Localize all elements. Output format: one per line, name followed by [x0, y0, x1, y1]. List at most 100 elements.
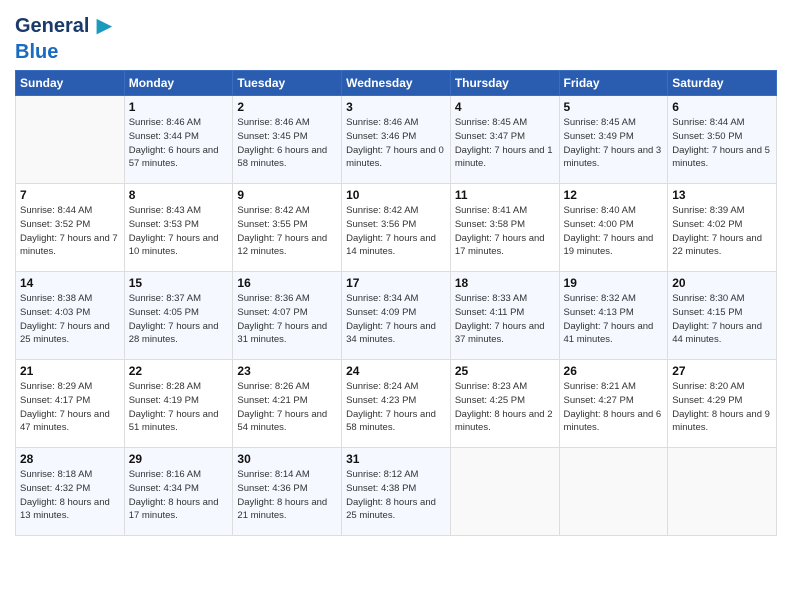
calendar-cell: 16 Sunrise: 8:36 AMSunset: 4:07 PMDayligh…: [233, 272, 342, 360]
day-info: Sunrise: 8:29 AMSunset: 4:17 PMDaylight:…: [20, 380, 120, 435]
calendar-cell: 17Sunrise: 8:34 AMSunset: 4:09 PMDayligh…: [342, 272, 451, 360]
calendar-cell: 31 Sunrise: 8:12 AMSunset: 4:38 PMDayligh…: [342, 448, 451, 536]
day-info: Sunrise: 8:18 AMSunset: 4:32 PMDaylight:…: [20, 468, 120, 523]
week-row-4: 21Sunrise: 8:29 AMSunset: 4:17 PMDayligh…: [16, 360, 777, 448]
calendar-cell: 9Sunrise: 8:42 AMSunset: 3:55 PMDaylight…: [233, 184, 342, 272]
day-info: Sunrise: 8:37 AMSunset: 4:05 PMDaylight:…: [129, 292, 229, 347]
calendar-cell: 7 Sunrise: 8:44 AMSunset: 3:52 PMDaylight…: [16, 184, 125, 272]
header-day-sunday: Sunday: [16, 71, 125, 96]
logo-general: General: [15, 15, 89, 37]
calendar-table: SundayMondayTuesdayWednesdayThursdayFrid…: [15, 70, 777, 536]
day-info: Sunrise: 8:12 AMSunset: 4:38 PMDaylight:…: [346, 468, 446, 523]
week-row-5: 28 Sunrise: 8:18 AMSunset: 4:32 PMDayligh…: [16, 448, 777, 536]
calendar-cell: 22Sunrise: 8:28 AMSunset: 4:19 PMDayligh…: [124, 360, 233, 448]
calendar-cell: [450, 448, 559, 536]
day-info: Sunrise: 8:42 AMSunset: 3:55 PMDaylight:…: [237, 204, 337, 259]
calendar-cell: 27 Sunrise: 8:20 AMSunset: 4:29 PMDayligh…: [668, 360, 777, 448]
calendar-cell: 20 Sunrise: 8:30 AMSunset: 4:15 PMDayligh…: [668, 272, 777, 360]
day-info: Sunrise: 8:38 AMSunset: 4:03 PMDaylight:…: [20, 292, 120, 347]
calendar-header: SundayMondayTuesdayWednesdayThursdayFrid…: [16, 71, 777, 96]
week-row-3: 14 Sunrise: 8:38 AMSunset: 4:03 PMDayligh…: [16, 272, 777, 360]
calendar-cell: 15 Sunrise: 8:37 AMSunset: 4:05 PMDayligh…: [124, 272, 233, 360]
day-info: Sunrise: 8:36 AMSunset: 4:07 PMDaylight:…: [237, 292, 337, 347]
day-number: 5: [564, 100, 664, 114]
calendar-cell: 5Sunrise: 8:45 AMSunset: 3:49 PMDaylight…: [559, 96, 668, 184]
calendar-cell: 12 Sunrise: 8:40 AMSunset: 4:00 PMDayligh…: [559, 184, 668, 272]
header-day-friday: Friday: [559, 71, 668, 96]
day-info: Sunrise: 8:30 AMSunset: 4:15 PMDaylight:…: [672, 292, 772, 347]
calendar-cell: 19 Sunrise: 8:32 AMSunset: 4:13 PMDayligh…: [559, 272, 668, 360]
day-number: 4: [455, 100, 555, 114]
day-info: Sunrise: 8:41 AMSunset: 3:58 PMDaylight:…: [455, 204, 555, 259]
day-info: Sunrise: 8:32 AMSunset: 4:13 PMDaylight:…: [564, 292, 664, 347]
calendar-cell: 2 Sunrise: 8:46 AMSunset: 3:45 PMDaylight…: [233, 96, 342, 184]
calendar-cell: 8Sunrise: 8:43 AMSunset: 3:53 PMDaylight…: [124, 184, 233, 272]
day-number: 30: [237, 452, 337, 466]
day-number: 11: [455, 188, 555, 202]
day-info: Sunrise: 8:23 AMSunset: 4:25 PMDaylight:…: [455, 380, 555, 435]
calendar-cell: 14 Sunrise: 8:38 AMSunset: 4:03 PMDayligh…: [16, 272, 125, 360]
day-number: 12: [564, 188, 664, 202]
day-number: 19: [564, 276, 664, 290]
calendar-cell: 28 Sunrise: 8:18 AMSunset: 4:32 PMDayligh…: [16, 448, 125, 536]
day-info: Sunrise: 8:42 AMSunset: 3:56 PMDaylight:…: [346, 204, 446, 259]
day-number: 7: [20, 188, 120, 202]
day-info: Sunrise: 8:33 AMSunset: 4:11 PMDaylight:…: [455, 292, 555, 347]
day-info: Sunrise: 8:14 AMSunset: 4:36 PMDaylight:…: [237, 468, 337, 523]
day-number: 13: [672, 188, 772, 202]
calendar-cell: 29Sunrise: 8:16 AMSunset: 4:34 PMDayligh…: [124, 448, 233, 536]
day-number: 26: [564, 364, 664, 378]
page-container: General ► Blue SundayMondayTuesdayWednes…: [0, 0, 792, 546]
day-number: 2: [237, 100, 337, 114]
calendar-cell: 10 Sunrise: 8:42 AMSunset: 3:56 PMDayligh…: [342, 184, 451, 272]
calendar-cell: 18 Sunrise: 8:33 AMSunset: 4:11 PMDayligh…: [450, 272, 559, 360]
day-info: Sunrise: 8:28 AMSunset: 4:19 PMDaylight:…: [129, 380, 229, 435]
day-number: 16: [237, 276, 337, 290]
logo: General ► Blue: [15, 10, 117, 64]
day-info: Sunrise: 8:34 AMSunset: 4:09 PMDaylight:…: [346, 292, 446, 347]
day-number: 10: [346, 188, 446, 202]
day-info: Sunrise: 8:20 AMSunset: 4:29 PMDaylight:…: [672, 380, 772, 435]
calendar-cell: 25Sunrise: 8:23 AMSunset: 4:25 PMDayligh…: [450, 360, 559, 448]
logo-blue: Blue: [15, 41, 58, 64]
calendar-cell: 11 Sunrise: 8:41 AMSunset: 3:58 PMDayligh…: [450, 184, 559, 272]
header: General ► Blue: [15, 10, 777, 64]
day-number: 20: [672, 276, 772, 290]
day-info: Sunrise: 8:40 AMSunset: 4:00 PMDaylight:…: [564, 204, 664, 259]
week-row-2: 7 Sunrise: 8:44 AMSunset: 3:52 PMDaylight…: [16, 184, 777, 272]
day-info: Sunrise: 8:26 AMSunset: 4:21 PMDaylight:…: [237, 380, 337, 435]
day-number: 8: [129, 188, 229, 202]
calendar-cell: 24 Sunrise: 8:24 AMSunset: 4:23 PMDayligh…: [342, 360, 451, 448]
day-info: Sunrise: 8:21 AMSunset: 4:27 PMDaylight:…: [564, 380, 664, 435]
day-number: 27: [672, 364, 772, 378]
calendar-cell: 23 Sunrise: 8:26 AMSunset: 4:21 PMDayligh…: [233, 360, 342, 448]
day-info: Sunrise: 8:44 AMSunset: 3:52 PMDaylight:…: [20, 204, 120, 259]
day-number: 24: [346, 364, 446, 378]
day-number: 18: [455, 276, 555, 290]
header-day-monday: Monday: [124, 71, 233, 96]
header-day-saturday: Saturday: [668, 71, 777, 96]
day-number: 15: [129, 276, 229, 290]
day-info: Sunrise: 8:46 AMSunset: 3:45 PMDaylight:…: [237, 116, 337, 171]
calendar-cell: 1Sunrise: 8:46 AMSunset: 3:44 PMDaylight…: [124, 96, 233, 184]
day-info: Sunrise: 8:46 AMSunset: 3:44 PMDaylight:…: [129, 116, 229, 171]
day-number: 31: [346, 452, 446, 466]
calendar-cell: [559, 448, 668, 536]
day-info: Sunrise: 8:24 AMSunset: 4:23 PMDaylight:…: [346, 380, 446, 435]
day-number: 14: [20, 276, 120, 290]
calendar-cell: 3Sunrise: 8:46 AMSunset: 3:46 PMDaylight…: [342, 96, 451, 184]
calendar-body: 1Sunrise: 8:46 AMSunset: 3:44 PMDaylight…: [16, 96, 777, 536]
calendar-cell: 13 Sunrise: 8:39 AMSunset: 4:02 PMDayligh…: [668, 184, 777, 272]
day-number: 23: [237, 364, 337, 378]
calendar-cell: 30 Sunrise: 8:14 AMSunset: 4:36 PMDayligh…: [233, 448, 342, 536]
week-row-1: 1Sunrise: 8:46 AMSunset: 3:44 PMDaylight…: [16, 96, 777, 184]
day-info: Sunrise: 8:46 AMSunset: 3:46 PMDaylight:…: [346, 116, 446, 171]
header-day-wednesday: Wednesday: [342, 71, 451, 96]
day-info: Sunrise: 8:16 AMSunset: 4:34 PMDaylight:…: [129, 468, 229, 523]
calendar-cell: 6Sunrise: 8:44 AMSunset: 3:50 PMDaylight…: [668, 96, 777, 184]
day-number: 6: [672, 100, 772, 114]
day-info: Sunrise: 8:39 AMSunset: 4:02 PMDaylight:…: [672, 204, 772, 259]
day-number: 28: [20, 452, 120, 466]
logo-arrow-icon: ►: [91, 10, 117, 41]
header-day-tuesday: Tuesday: [233, 71, 342, 96]
